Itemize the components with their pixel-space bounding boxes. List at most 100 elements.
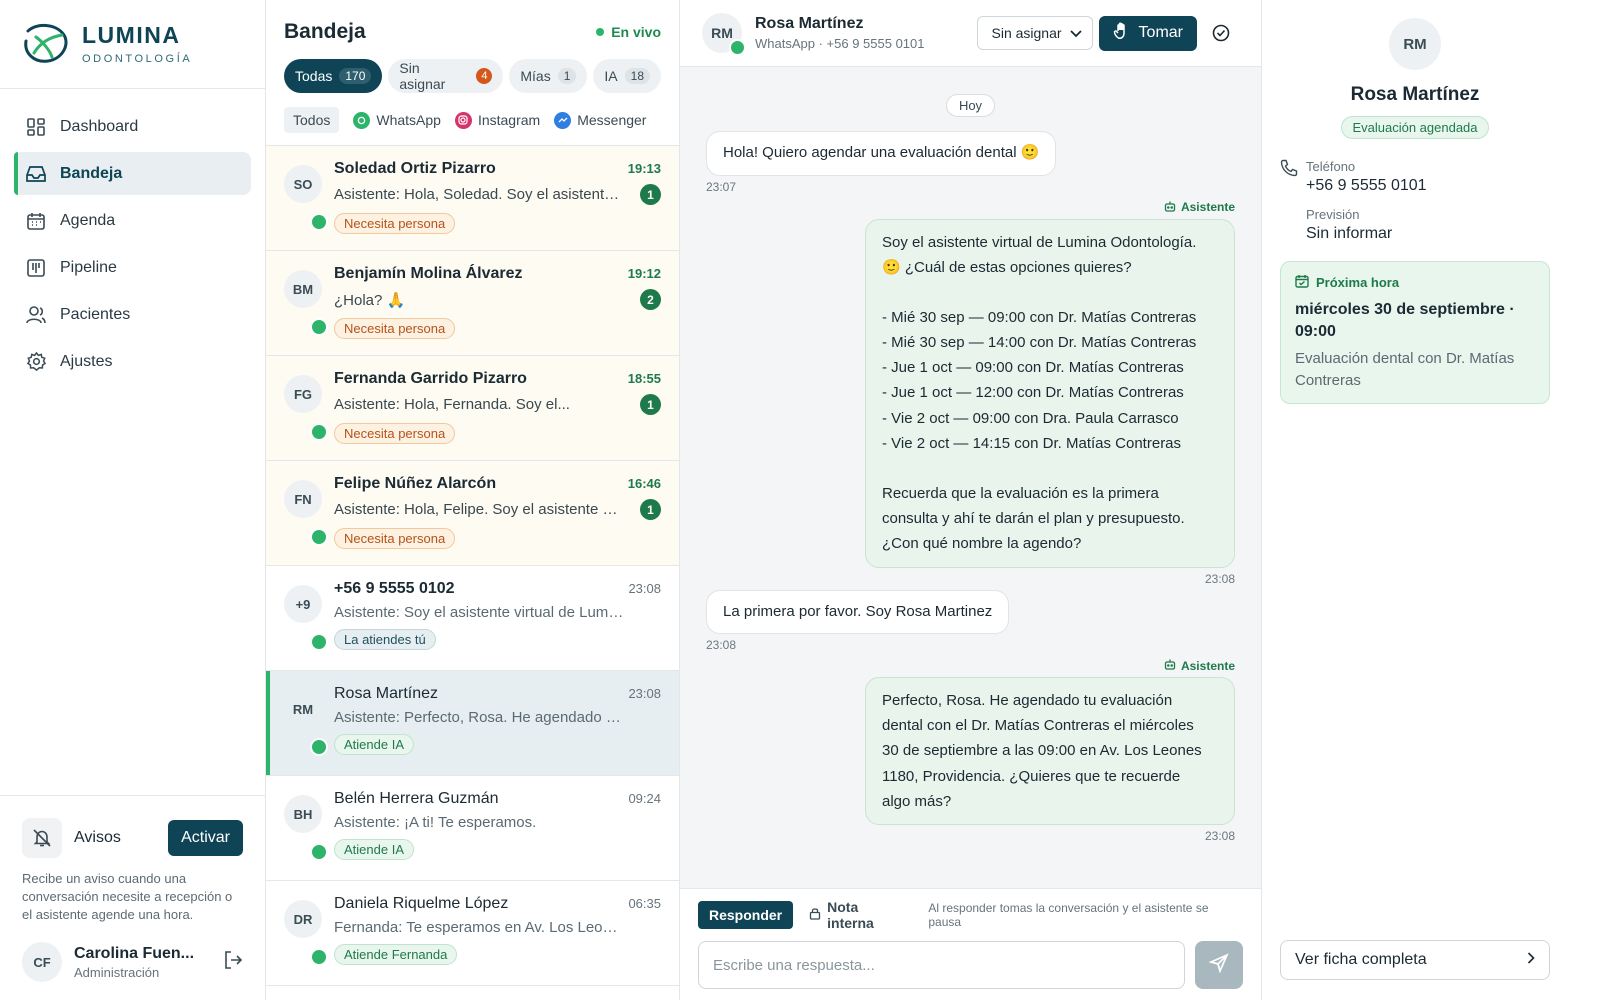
- message-time: 23:08: [1204, 829, 1235, 843]
- whatsapp-badge-icon: [310, 213, 328, 231]
- user-card[interactable]: CF Carolina Fuen... Administración: [22, 942, 243, 982]
- logout-icon[interactable]: [223, 950, 243, 974]
- tab-sin-asignar[interactable]: Sin asignar 4: [388, 59, 504, 93]
- nav-item-dashboard[interactable]: Dashboard: [14, 105, 251, 148]
- phone-label: Teléfono: [1306, 159, 1356, 174]
- internal-note-tab[interactable]: Nota interna: [803, 899, 914, 931]
- whatsapp-badge-icon: [310, 423, 328, 441]
- conversation-list: SO Soledad Ortiz Pizarro 19:13 Asistente:…: [266, 145, 679, 1000]
- conversation-time: 09:24: [628, 791, 661, 806]
- message-line: 🙂 ¿Cuál de estas opciones quieres?: [882, 258, 1132, 276]
- conversation-item[interactable]: DR Daniela Riquelme López 06:35 Fernanda:…: [266, 881, 679, 986]
- live-label: En vivo: [611, 24, 661, 40]
- nav-item-pacientes[interactable]: Pacientes: [14, 293, 251, 336]
- whatsapp-badge-icon: [310, 633, 328, 651]
- contact-name: Benjamín Molina Álvarez: [334, 265, 523, 282]
- contact-profile-panel: RM Rosa Martínez Evaluación agendada Tel…: [1262, 0, 1568, 1000]
- avatar-initials: FG: [293, 386, 313, 402]
- channel-whatsapp[interactable]: WhatsApp: [353, 111, 441, 129]
- status-tag: Atiende IA: [334, 734, 414, 755]
- conversation-time: 23:08: [628, 581, 661, 596]
- appointment-date: miércoles 30 de septiembre · 09:00: [1295, 301, 1515, 341]
- message-preview: Asistente: Soy el asistente virtual de L…: [334, 604, 624, 621]
- contact-avatar: BH: [284, 795, 328, 861]
- conversation-item[interactable]: BM Benjamín Molina Álvarez 19:12 ¿Hola? 🙏…: [266, 251, 679, 356]
- unread-count: 1: [640, 499, 661, 520]
- activate-notices-button[interactable]: Activar: [168, 820, 243, 857]
- channel-label: Instagram: [477, 112, 541, 128]
- take-button-label: Tomar: [1138, 24, 1183, 41]
- profile-name: Rosa Martínez: [1350, 84, 1480, 105]
- message-line: [882, 280, 1218, 305]
- full-record-label: Ver ficha completa: [1295, 951, 1427, 968]
- chevron-down-icon: [1069, 25, 1082, 41]
- contact-avatar: FN: [284, 480, 328, 546]
- send-icon: [1208, 953, 1229, 977]
- conversation-item[interactable]: BH Belén Herrera Guzmán 09:24 Asistente: …: [266, 776, 679, 881]
- nav-item-agenda[interactable]: Agenda: [14, 199, 251, 242]
- nav-item-bandeja[interactable]: Bandeja: [14, 152, 251, 195]
- instagram-icon: [454, 111, 472, 129]
- chevron-right-icon: [1527, 951, 1535, 969]
- avatar-initials: BM: [292, 281, 314, 297]
- conversation-item[interactable]: +9 +56 9 5555 0102 23:08 Asistente: Soy e…: [266, 566, 679, 671]
- channel-instagram[interactable]: Instagram: [454, 111, 541, 129]
- live-dot-icon: [596, 28, 605, 36]
- nav-item-pipeline[interactable]: Pipeline: [14, 246, 251, 289]
- nav-label: Bandeja: [60, 164, 123, 182]
- nav-item-ajustes[interactable]: Ajustes: [14, 340, 251, 383]
- reply-input[interactable]: Escribe una respuesta...: [698, 941, 1185, 989]
- next-appointment-card[interactable]: Próxima hora miércoles 30 de septiembre …: [1280, 261, 1550, 405]
- conversation-time: 19:13: [627, 161, 661, 176]
- tab-mias[interactable]: Mías 1: [509, 59, 588, 93]
- whatsapp-badge-icon: [310, 948, 328, 966]
- contact-name: Felipe Núñez Alarcón: [334, 475, 497, 492]
- tab-ia[interactable]: IA 18: [593, 59, 661, 93]
- avatar-initials: +9: [295, 596, 311, 612]
- whatsapp-badge-icon: [310, 843, 328, 861]
- conversation-time: 18:55: [627, 371, 661, 386]
- nav-label: Agenda: [60, 211, 116, 229]
- channel-label: WhatsApp: [376, 112, 441, 128]
- take-conversation-button[interactable]: Tomar: [1098, 15, 1197, 51]
- inbox-title: Bandeja: [284, 20, 366, 43]
- status-tag: Necesita persona: [334, 528, 456, 549]
- contact-avatar: +9: [284, 585, 328, 651]
- view-full-record-button[interactable]: Ver ficha completa: [1280, 940, 1550, 980]
- message-line: algo más?: [882, 792, 952, 810]
- conversation-item[interactable]: FG Fernanda Garrido Pizarro 18:55 Asisten…: [266, 356, 679, 461]
- robot-icon: [1164, 200, 1176, 215]
- sidebar: LUMINA ODONTOLOGÍA Dashboard Bandeja Age…: [0, 0, 266, 1000]
- message-line: - Jue 1 oct — 09:00 con Dr. Matías Contr…: [882, 359, 1184, 377]
- message-line: Recuerda que la evaluación es la primera: [882, 485, 1159, 502]
- message-line: 30 de septiembre a las 09:00 en Av. Los …: [882, 742, 1202, 760]
- conversation-item[interactable]: FN Felipe Núñez Alarcón 16:46 Asistente: …: [266, 461, 679, 566]
- resolve-check-icon[interactable]: [1203, 15, 1239, 51]
- sidebar-footer: Avisos Activar Recibe un aviso cuando un…: [0, 795, 265, 1000]
- conversation-item[interactable]: SO Soledad Ortiz Pizarro 19:13 Asistente:…: [266, 146, 679, 251]
- message-line: - Vie 2 oct — 09:00 con Dra. Paula Carra…: [882, 409, 1179, 427]
- pipeline-icon: [26, 258, 46, 278]
- brand-name: LUMINA: [82, 21, 181, 48]
- chat-contact-channel: WhatsApp · +56 9 5555 0101: [755, 36, 925, 51]
- nav-label: Pacientes: [60, 305, 131, 323]
- message-line: consulta y ahí te darán el plan y presup…: [882, 510, 1185, 528]
- contact-name: Soledad Ortiz Pizarro: [334, 160, 496, 177]
- conversation-item-selected[interactable]: RM Rosa Martínez 23:08 Asistente: Perfect…: [266, 671, 679, 776]
- outgoing-message: Soy el asistente virtual de Lumina Odont…: [865, 218, 1235, 568]
- status-tag: Atiende Fernanda: [334, 944, 458, 965]
- status-tag: Necesita persona: [334, 318, 456, 339]
- tab-count: 1: [557, 68, 577, 84]
- assign-select[interactable]: Sin asignar: [976, 16, 1093, 50]
- channel-todos[interactable]: Todos: [284, 107, 340, 133]
- conversation-time: 06:35: [628, 896, 661, 911]
- tab-todas[interactable]: Todas 170: [284, 59, 383, 93]
- conversation-time: 19:12: [627, 266, 661, 281]
- notices-label: Avisos: [74, 829, 121, 847]
- brand[interactable]: LUMINA ODONTOLOGÍA: [0, 0, 265, 89]
- tab-label: IA: [604, 68, 618, 84]
- assistant-label: Asistente: [1164, 200, 1235, 215]
- channel-messenger[interactable]: Messenger: [554, 111, 646, 129]
- reply-tab[interactable]: Responder: [698, 901, 794, 929]
- send-button[interactable]: [1195, 941, 1243, 989]
